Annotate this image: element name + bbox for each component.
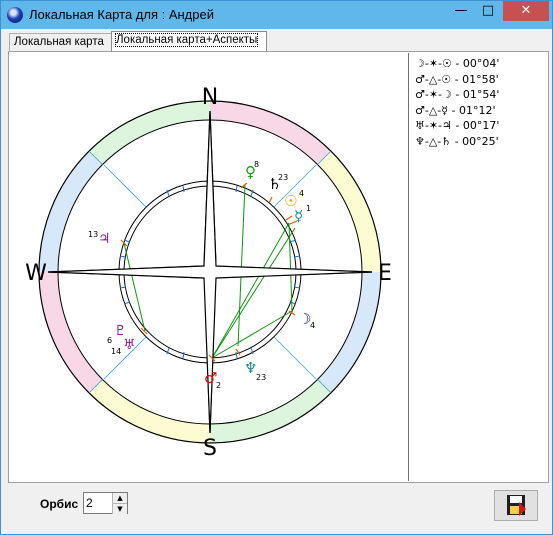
tab-local-map[interactable]: Локальная карта <box>9 33 115 51</box>
aspect-row: ♆-△-♄ - 00°25' <box>415 134 499 148</box>
orbis-down-button[interactable]: ▼ <box>112 503 127 514</box>
minimize-button[interactable]: — <box>447 1 475 21</box>
save-icon <box>507 495 526 516</box>
jupiter-icon: ♃ <box>98 231 111 247</box>
orbis-stepper: ▲ ▼ <box>83 492 128 514</box>
aspect-row: ♂-△-☿ - 01°12' <box>415 103 496 117</box>
jupiter-degree: 13 <box>88 230 98 239</box>
compass-west: W <box>25 261 47 286</box>
window-title: Локальная Карта для : Андрей <box>29 7 214 22</box>
astro-wheel: N S W E ♀ 8 ♄ 23 ☉ 4 ☿ 1 ☽ 4 ♆ 23 ♂ 2 ♇ … <box>25 85 392 461</box>
aspect-row: ☽-✶-☉ - 00°04' <box>415 57 500 70</box>
mercury-icon: ☿ <box>294 207 303 225</box>
mars-degree: 2 <box>216 381 221 390</box>
compass-south: S <box>203 436 217 461</box>
orbis-up-button[interactable]: ▲ <box>112 493 127 503</box>
app-globe-icon <box>7 7 23 23</box>
aspect-list: ☽-✶-☉ - 00°04' ♂-△-☉ - 01°58' ♂-✶-☽ - 01… <box>408 53 547 481</box>
uranus-icon: ♅ <box>123 337 136 353</box>
pluto-degree: 6 <box>107 336 112 345</box>
save-button[interactable] <box>494 490 538 521</box>
aspect-row: ♂-△-☉ - 01°58' <box>415 72 499 86</box>
tab-panel: N S W E ♀ 8 ♄ 23 ☉ 4 ☿ 1 ☽ 4 ♆ 23 ♂ 2 ♇ … <box>8 51 549 483</box>
close-button[interactable]: ✕ <box>503 1 549 21</box>
venus-degree: 8 <box>254 160 259 169</box>
mercury-degree: 1 <box>306 204 311 213</box>
app-window: Локальная Карта для : Андрей — □ ✕ Локал… <box>0 0 553 535</box>
compass-north: N <box>202 85 218 110</box>
moon-degree: 4 <box>310 321 315 330</box>
tab-local-map-aspects-label: Локальная карта+Аспекты <box>114 33 259 47</box>
chart-area: N S W E ♀ 8 ♄ 23 ☉ 4 ☿ 1 ☽ 4 ♆ 23 ♂ 2 ♇ … <box>10 53 407 481</box>
saturn-degree: 23 <box>278 173 288 182</box>
compass-east: E <box>378 261 392 286</box>
neptune-degree: 23 <box>256 373 266 382</box>
title-bar[interactable]: Локальная Карта для : Андрей — □ ✕ <box>1 1 552 29</box>
orbis-label: Орбис <box>40 497 79 511</box>
tab-local-map-aspects[interactable]: Локальная карта+Аспекты <box>111 31 267 51</box>
sun-degree: 4 <box>299 189 304 198</box>
uranus-degree: 14 <box>111 347 121 356</box>
aspect-row: ♅-✶-♃ - 00°17' <box>415 119 500 132</box>
orbis-input[interactable] <box>86 495 114 511</box>
aspect-row: ♂-✶-☽ - 01°54' <box>415 88 500 101</box>
maximize-button[interactable]: □ <box>475 1 501 21</box>
